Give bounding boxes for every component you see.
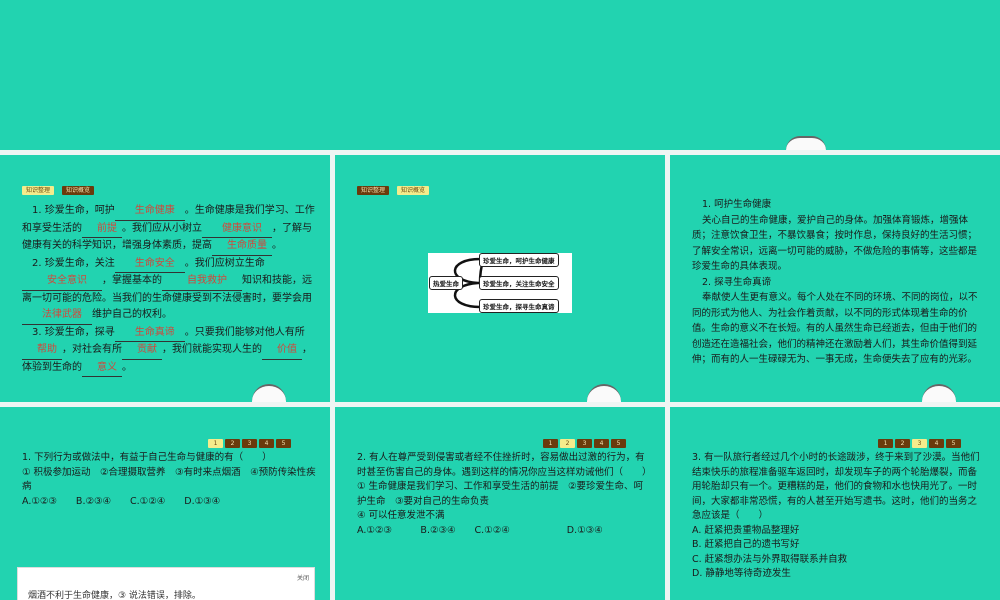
question-text: 1. 下列行为或做法中，有益于自己生命与健康的有（ ） ① 积极参加运动 ②合理… <box>22 451 316 509</box>
tag-overview[interactable]: 知识概览 <box>397 186 430 195</box>
page-1-button[interactable]: 1 <box>878 439 893 448</box>
tag-overview[interactable]: 知识概览 <box>62 186 95 195</box>
mind-map-branch: 珍爱生命，探寻生命真谛 <box>479 299 559 313</box>
option-d[interactable]: D.①③④ <box>184 496 220 507</box>
mind-map-root: 热爱生命 <box>429 276 463 290</box>
detail-text: 1. 呵护生命健康 关心自己的生命健康，爱护自己的身体。加强体育锻炼，增强体质；… <box>692 197 986 368</box>
fruit-decoration-icon <box>786 136 826 150</box>
page-2-button[interactable]: 2 <box>895 439 910 448</box>
page-3-button[interactable]: 3 <box>242 439 257 448</box>
top-slide[interactable] <box>0 0 1000 150</box>
page-1-button[interactable]: 1 <box>543 439 558 448</box>
page-3-button[interactable]: 3 <box>577 439 592 448</box>
option-c[interactable]: C.①②④ <box>130 496 165 507</box>
explanation-text: 烟酒不利于生命健康，③ 说法错误，排除。 <box>28 591 201 600</box>
option-a[interactable]: A. 赶紧把贵重物品整理好 <box>692 524 986 539</box>
mind-map-branch: 珍爱生命，呵护生命健康 <box>479 253 559 267</box>
mind-map: 热爱生命 珍爱生命，呵护生命健康 珍爱生命，关注生命安全 珍爱生命，探寻生命真谛 <box>428 253 572 313</box>
option-d[interactable]: D. 静静地等待奇迹发生 <box>692 567 986 582</box>
option-c[interactable]: C. 赶紧想办法与外界取得联系并自救 <box>692 553 986 568</box>
fill-text: 1. 珍爱生命，呵护 生命健康 。生命健康是我们学习、工作和享受生活的 前提 。我们应从… <box>22 203 316 377</box>
question-text: 2. 有人在尊严受到侵害或者经不住挫折时，容易做出过激的行为，有时甚至伤害自己的… <box>357 451 652 539</box>
question-pager: 12345 <box>208 439 291 448</box>
slide-question-3[interactable]: 12345 3. 有一队旅行者经过几个小时的长途跋涉，终于来到了沙漠。当他们结束… <box>670 407 1000 600</box>
page-5-button[interactable]: 5 <box>611 439 626 448</box>
page-4-button[interactable]: 4 <box>259 439 274 448</box>
page-3-button[interactable]: 3 <box>912 439 927 448</box>
fruit-decoration-icon <box>587 384 621 402</box>
option-d[interactable]: D.①③④ <box>567 525 603 536</box>
option-a[interactable]: A.①②③ <box>357 525 392 536</box>
slide-knowledge-fill[interactable]: 知识整理 知识概览 1. 珍爱生命，呵护 生命健康 。生命健康是我们学习、工作和享受… <box>0 155 330 402</box>
tag-organize[interactable]: 知识整理 <box>22 186 55 195</box>
heading: 2. 探寻生命真谛 <box>702 276 772 288</box>
page-5-button[interactable]: 5 <box>276 439 291 448</box>
page-1-button[interactable]: 1 <box>208 439 223 448</box>
options: A.①②③ B.②③④ C.①②④ D.①③④ <box>357 524 651 539</box>
question-pager: 12345 <box>543 439 626 448</box>
heading: 1. 呵护生命健康 <box>702 199 772 210</box>
page-2-button[interactable]: 2 <box>560 439 575 448</box>
options: A.①②③ B.②③④ C.①②④ D.①③④ <box>22 495 316 510</box>
slide-question-2[interactable]: 12345 2. 有人在尊严受到侵害或者经不住挫折时，容易做出过激的行为，有时甚… <box>335 407 665 600</box>
option-b[interactable]: B. 赶紧把自己的遗书写好 <box>692 538 986 553</box>
fruit-decoration-icon <box>922 384 956 402</box>
page-2-button[interactable]: 2 <box>225 439 240 448</box>
fruit-decoration-icon <box>252 384 286 402</box>
mind-map-branch: 珍爱生命，关注生命安全 <box>479 276 559 290</box>
question-pager: 12345 <box>878 439 961 448</box>
slide-mindmap[interactable]: 知识整理 知识概览 热爱生命 珍爱生命，呵护生命健康 珍爱生命，关注生命安全 珍… <box>335 155 665 402</box>
page-4-button[interactable]: 4 <box>594 439 609 448</box>
page-4-button[interactable]: 4 <box>929 439 944 448</box>
question-text: 3. 有一队旅行者经过几个小时的长途跋涉，终于来到了沙漠。当他们结束快乐的旅程准… <box>692 451 986 582</box>
slide-knowledge-detail[interactable]: 1. 呵护生命健康 关心自己的生命健康，爱护自己的身体。加强体育锻炼，增强体质；… <box>670 155 1000 402</box>
option-a[interactable]: A.①②③ <box>22 496 57 507</box>
close-button[interactable]: 关闭 <box>297 573 309 582</box>
option-b[interactable]: B.②③④ <box>420 525 455 536</box>
option-c[interactable]: C.①②④ <box>475 525 510 536</box>
slide-question-1[interactable]: 12345 1. 下列行为或做法中，有益于自己生命与健康的有（ ） ① 积极参加… <box>0 407 330 600</box>
tag-organize[interactable]: 知识整理 <box>357 186 390 195</box>
explanation-popup: 关闭 烟酒不利于生命健康，③ 说法错误，排除。 <box>17 567 315 600</box>
page-5-button[interactable]: 5 <box>946 439 961 448</box>
option-b[interactable]: B.②③④ <box>76 496 111 507</box>
